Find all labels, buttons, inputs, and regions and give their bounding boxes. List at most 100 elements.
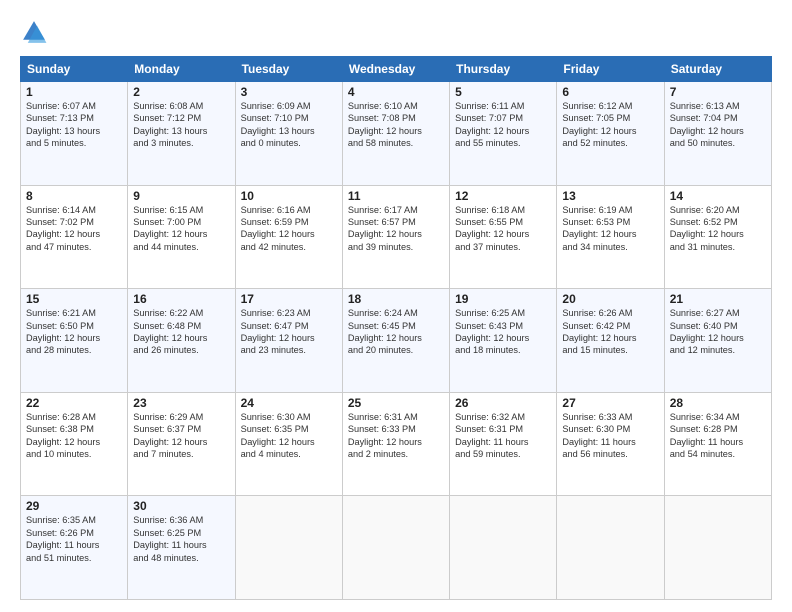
day-number: 20 bbox=[562, 292, 658, 306]
day-number: 13 bbox=[562, 189, 658, 203]
day-cell-1: 1Sunrise: 6:07 AM Sunset: 7:13 PM Daylig… bbox=[21, 82, 128, 186]
weekday-header-wednesday: Wednesday bbox=[342, 57, 449, 82]
empty-cell bbox=[235, 496, 342, 600]
day-info: Sunrise: 6:26 AM Sunset: 6:42 PM Dayligh… bbox=[562, 307, 658, 357]
week-row-3: 15Sunrise: 6:21 AM Sunset: 6:50 PM Dayli… bbox=[21, 289, 772, 393]
day-cell-16: 16Sunrise: 6:22 AM Sunset: 6:48 PM Dayli… bbox=[128, 289, 235, 393]
day-info: Sunrise: 6:19 AM Sunset: 6:53 PM Dayligh… bbox=[562, 204, 658, 254]
day-number: 30 bbox=[133, 499, 229, 513]
empty-cell bbox=[450, 496, 557, 600]
day-cell-25: 25Sunrise: 6:31 AM Sunset: 6:33 PM Dayli… bbox=[342, 392, 449, 496]
day-number: 28 bbox=[670, 396, 766, 410]
day-cell-24: 24Sunrise: 6:30 AM Sunset: 6:35 PM Dayli… bbox=[235, 392, 342, 496]
weekday-header-thursday: Thursday bbox=[450, 57, 557, 82]
day-number: 11 bbox=[348, 189, 444, 203]
day-number: 27 bbox=[562, 396, 658, 410]
day-cell-7: 7Sunrise: 6:13 AM Sunset: 7:04 PM Daylig… bbox=[664, 82, 771, 186]
day-info: Sunrise: 6:24 AM Sunset: 6:45 PM Dayligh… bbox=[348, 307, 444, 357]
day-cell-27: 27Sunrise: 6:33 AM Sunset: 6:30 PM Dayli… bbox=[557, 392, 664, 496]
day-cell-14: 14Sunrise: 6:20 AM Sunset: 6:52 PM Dayli… bbox=[664, 185, 771, 289]
day-cell-20: 20Sunrise: 6:26 AM Sunset: 6:42 PM Dayli… bbox=[557, 289, 664, 393]
day-cell-4: 4Sunrise: 6:10 AM Sunset: 7:08 PM Daylig… bbox=[342, 82, 449, 186]
day-info: Sunrise: 6:12 AM Sunset: 7:05 PM Dayligh… bbox=[562, 100, 658, 150]
day-cell-2: 2Sunrise: 6:08 AM Sunset: 7:12 PM Daylig… bbox=[128, 82, 235, 186]
day-number: 22 bbox=[26, 396, 122, 410]
day-info: Sunrise: 6:13 AM Sunset: 7:04 PM Dayligh… bbox=[670, 100, 766, 150]
day-cell-30: 30Sunrise: 6:36 AM Sunset: 6:25 PM Dayli… bbox=[128, 496, 235, 600]
day-info: Sunrise: 6:28 AM Sunset: 6:38 PM Dayligh… bbox=[26, 411, 122, 461]
week-row-5: 29Sunrise: 6:35 AM Sunset: 6:26 PM Dayli… bbox=[21, 496, 772, 600]
day-cell-28: 28Sunrise: 6:34 AM Sunset: 6:28 PM Dayli… bbox=[664, 392, 771, 496]
day-number: 26 bbox=[455, 396, 551, 410]
day-cell-10: 10Sunrise: 6:16 AM Sunset: 6:59 PM Dayli… bbox=[235, 185, 342, 289]
day-info: Sunrise: 6:30 AM Sunset: 6:35 PM Dayligh… bbox=[241, 411, 337, 461]
day-cell-26: 26Sunrise: 6:32 AM Sunset: 6:31 PM Dayli… bbox=[450, 392, 557, 496]
day-number: 17 bbox=[241, 292, 337, 306]
weekday-header-row: SundayMondayTuesdayWednesdayThursdayFrid… bbox=[21, 57, 772, 82]
day-number: 25 bbox=[348, 396, 444, 410]
day-info: Sunrise: 6:29 AM Sunset: 6:37 PM Dayligh… bbox=[133, 411, 229, 461]
day-number: 12 bbox=[455, 189, 551, 203]
day-cell-12: 12Sunrise: 6:18 AM Sunset: 6:55 PM Dayli… bbox=[450, 185, 557, 289]
day-info: Sunrise: 6:17 AM Sunset: 6:57 PM Dayligh… bbox=[348, 204, 444, 254]
day-info: Sunrise: 6:32 AM Sunset: 6:31 PM Dayligh… bbox=[455, 411, 551, 461]
day-number: 2 bbox=[133, 85, 229, 99]
day-info: Sunrise: 6:09 AM Sunset: 7:10 PM Dayligh… bbox=[241, 100, 337, 150]
logo bbox=[20, 18, 52, 46]
day-cell-13: 13Sunrise: 6:19 AM Sunset: 6:53 PM Dayli… bbox=[557, 185, 664, 289]
day-number: 24 bbox=[241, 396, 337, 410]
day-info: Sunrise: 6:23 AM Sunset: 6:47 PM Dayligh… bbox=[241, 307, 337, 357]
day-info: Sunrise: 6:36 AM Sunset: 6:25 PM Dayligh… bbox=[133, 514, 229, 564]
day-info: Sunrise: 6:22 AM Sunset: 6:48 PM Dayligh… bbox=[133, 307, 229, 357]
day-info: Sunrise: 6:31 AM Sunset: 6:33 PM Dayligh… bbox=[348, 411, 444, 461]
day-cell-22: 22Sunrise: 6:28 AM Sunset: 6:38 PM Dayli… bbox=[21, 392, 128, 496]
page: SundayMondayTuesdayWednesdayThursdayFrid… bbox=[0, 0, 792, 612]
day-info: Sunrise: 6:07 AM Sunset: 7:13 PM Dayligh… bbox=[26, 100, 122, 150]
weekday-header-friday: Friday bbox=[557, 57, 664, 82]
day-number: 29 bbox=[26, 499, 122, 513]
day-number: 4 bbox=[348, 85, 444, 99]
day-info: Sunrise: 6:27 AM Sunset: 6:40 PM Dayligh… bbox=[670, 307, 766, 357]
day-cell-23: 23Sunrise: 6:29 AM Sunset: 6:37 PM Dayli… bbox=[128, 392, 235, 496]
header bbox=[20, 18, 772, 46]
day-cell-8: 8Sunrise: 6:14 AM Sunset: 7:02 PM Daylig… bbox=[21, 185, 128, 289]
day-info: Sunrise: 6:35 AM Sunset: 6:26 PM Dayligh… bbox=[26, 514, 122, 564]
day-info: Sunrise: 6:25 AM Sunset: 6:43 PM Dayligh… bbox=[455, 307, 551, 357]
day-info: Sunrise: 6:08 AM Sunset: 7:12 PM Dayligh… bbox=[133, 100, 229, 150]
day-number: 14 bbox=[670, 189, 766, 203]
weekday-header-saturday: Saturday bbox=[664, 57, 771, 82]
day-number: 16 bbox=[133, 292, 229, 306]
day-number: 21 bbox=[670, 292, 766, 306]
day-info: Sunrise: 6:20 AM Sunset: 6:52 PM Dayligh… bbox=[670, 204, 766, 254]
weekday-header-tuesday: Tuesday bbox=[235, 57, 342, 82]
day-info: Sunrise: 6:11 AM Sunset: 7:07 PM Dayligh… bbox=[455, 100, 551, 150]
day-info: Sunrise: 6:33 AM Sunset: 6:30 PM Dayligh… bbox=[562, 411, 658, 461]
day-info: Sunrise: 6:15 AM Sunset: 7:00 PM Dayligh… bbox=[133, 204, 229, 254]
day-info: Sunrise: 6:18 AM Sunset: 6:55 PM Dayligh… bbox=[455, 204, 551, 254]
day-number: 7 bbox=[670, 85, 766, 99]
day-number: 19 bbox=[455, 292, 551, 306]
day-number: 23 bbox=[133, 396, 229, 410]
day-number: 10 bbox=[241, 189, 337, 203]
day-cell-19: 19Sunrise: 6:25 AM Sunset: 6:43 PM Dayli… bbox=[450, 289, 557, 393]
day-info: Sunrise: 6:21 AM Sunset: 6:50 PM Dayligh… bbox=[26, 307, 122, 357]
day-cell-6: 6Sunrise: 6:12 AM Sunset: 7:05 PM Daylig… bbox=[557, 82, 664, 186]
day-cell-21: 21Sunrise: 6:27 AM Sunset: 6:40 PM Dayli… bbox=[664, 289, 771, 393]
day-cell-15: 15Sunrise: 6:21 AM Sunset: 6:50 PM Dayli… bbox=[21, 289, 128, 393]
day-cell-5: 5Sunrise: 6:11 AM Sunset: 7:07 PM Daylig… bbox=[450, 82, 557, 186]
day-cell-18: 18Sunrise: 6:24 AM Sunset: 6:45 PM Dayli… bbox=[342, 289, 449, 393]
day-number: 9 bbox=[133, 189, 229, 203]
day-number: 18 bbox=[348, 292, 444, 306]
empty-cell bbox=[664, 496, 771, 600]
day-number: 5 bbox=[455, 85, 551, 99]
day-cell-11: 11Sunrise: 6:17 AM Sunset: 6:57 PM Dayli… bbox=[342, 185, 449, 289]
week-row-1: 1Sunrise: 6:07 AM Sunset: 7:13 PM Daylig… bbox=[21, 82, 772, 186]
day-cell-9: 9Sunrise: 6:15 AM Sunset: 7:00 PM Daylig… bbox=[128, 185, 235, 289]
calendar-table: SundayMondayTuesdayWednesdayThursdayFrid… bbox=[20, 56, 772, 600]
day-info: Sunrise: 6:34 AM Sunset: 6:28 PM Dayligh… bbox=[670, 411, 766, 461]
empty-cell bbox=[342, 496, 449, 600]
day-info: Sunrise: 6:14 AM Sunset: 7:02 PM Dayligh… bbox=[26, 204, 122, 254]
day-number: 15 bbox=[26, 292, 122, 306]
day-cell-3: 3Sunrise: 6:09 AM Sunset: 7:10 PM Daylig… bbox=[235, 82, 342, 186]
day-number: 6 bbox=[562, 85, 658, 99]
